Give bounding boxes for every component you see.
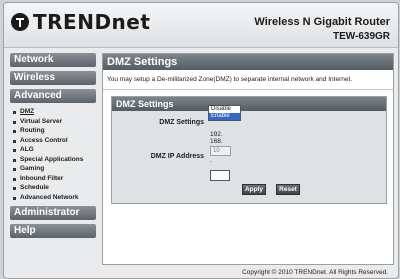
nav-network[interactable]: Network (10, 53, 96, 67)
dropdown-option-enable[interactable]: Enable (209, 113, 240, 120)
logo-icon (11, 13, 29, 31)
main-panel: DMZ Settings You may setup a De-militari… (102, 53, 394, 265)
nav-item-alg[interactable]: ALG (10, 145, 98, 155)
sidebar: Network Wireless Advanced DMZ Virtual Se… (10, 53, 98, 242)
nav-wireless[interactable]: Wireless (10, 71, 96, 85)
dmz-settings-box: DMZ Settings DMZ Settings Disable Enable… (111, 96, 387, 204)
ip-subnet-field: 10 (210, 146, 231, 156)
ip-part-2: 168. (210, 138, 223, 145)
box-title: DMZ Settings (112, 97, 386, 111)
dmz-ip-fields: 192. 168. 10 . (210, 131, 231, 181)
model-number: TEW-639GR (332, 31, 390, 42)
dropdown-option-disable[interactable]: Disable (209, 106, 240, 113)
nav-help[interactable]: Help (10, 224, 96, 238)
header: TRENDnet Wireless N Gigabit Router TEW-6… (4, 3, 398, 48)
dmz-settings-select[interactable]: Disable Enable (208, 105, 241, 121)
copyright: Copyright © 2010 TRENDnet. All Rights Re… (242, 269, 388, 276)
nav-administrator[interactable]: Administrator (10, 206, 96, 220)
reset-button[interactable]: Reset (276, 184, 300, 195)
product-name: Wireless N Gigabit Router (254, 16, 390, 28)
ip-part-1: 192. (210, 131, 223, 138)
nav-item-inbound-filter[interactable]: Inbound Filter (10, 174, 98, 184)
nav-advanced[interactable]: Advanced (10, 89, 96, 103)
advanced-submenu: DMZ Virtual Server Routing Access Contro… (10, 107, 98, 202)
nav-item-virtual-server[interactable]: Virtual Server (10, 117, 98, 127)
nav-item-dmz[interactable]: DMZ (10, 107, 98, 117)
apply-button[interactable]: Apply (242, 184, 266, 195)
ip-dot: . (210, 157, 212, 164)
nav-item-advanced-network[interactable]: Advanced Network (10, 193, 98, 203)
nav-item-special-applications[interactable]: Special Applications (10, 155, 98, 165)
page-title: DMZ Settings (103, 54, 393, 70)
dmz-settings-label: DMZ Settings (159, 119, 204, 126)
nav-item-routing[interactable]: Routing (10, 126, 98, 136)
router-admin-window: TRENDnet Wireless N Gigabit Router TEW-6… (3, 2, 399, 279)
nav-item-schedule[interactable]: Schedule (10, 183, 98, 193)
trendnet-logo: TRENDnet (10, 10, 150, 36)
page-description: You may setup a De-militarized Zone(DMZ)… (103, 70, 393, 90)
brand-name: TRENDnet (33, 10, 151, 34)
dmz-ip-label: DMZ IP Address (150, 153, 204, 160)
ip-host-input[interactable] (210, 170, 230, 181)
nav-item-access-control[interactable]: Access Control (10, 136, 98, 146)
nav-item-gaming[interactable]: Gaming (10, 164, 98, 174)
